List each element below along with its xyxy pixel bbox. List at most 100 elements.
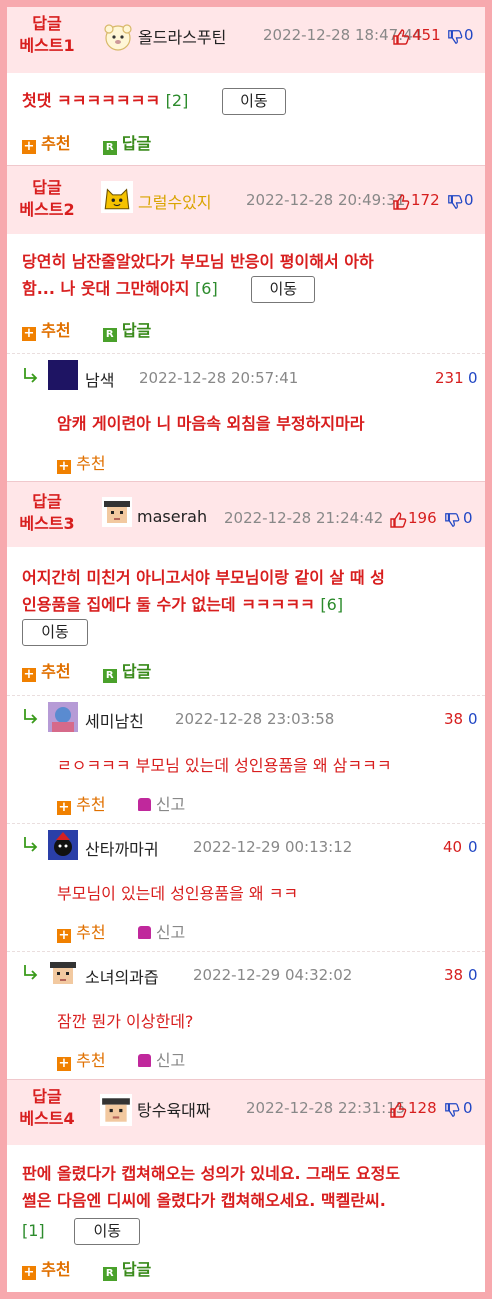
comment-text-line2: 인용품을 집에다 둘 수가 없는데 ㅋㅋㅋㅋㅋ xyxy=(22,595,315,614)
upvote-count: 128 xyxy=(408,1099,437,1117)
downvote-count: 0 xyxy=(463,509,473,527)
recommend-button[interactable]: 추천 xyxy=(41,134,70,153)
best-label: 답글 베스트4 xyxy=(15,1086,79,1130)
reply-icon: R xyxy=(102,1267,117,1281)
nickname[interactable]: maserah xyxy=(137,507,207,526)
upvote-count: 172 xyxy=(411,191,440,209)
nickname[interactable]: 그럴수있지 xyxy=(138,189,212,213)
recommend-icon: + xyxy=(22,326,36,341)
nickname[interactable]: 소녀의과즙 xyxy=(85,964,159,988)
recommend-icon: + xyxy=(57,928,71,943)
thumbs-up-icon[interactable] xyxy=(392,28,410,46)
recommend-button[interactable]: 추천 xyxy=(76,923,105,942)
user-avatar[interactable] xyxy=(48,360,78,390)
recommend-icon: + xyxy=(57,800,71,815)
nickname[interactable]: 탕수육대짜 xyxy=(137,1097,211,1121)
thumbs-down-icon[interactable] xyxy=(444,512,460,528)
move-button[interactable]: 이동 xyxy=(221,88,286,115)
best-label: 답글 베스트3 xyxy=(15,491,79,535)
comment-text-line2: 함... 나 웃대 그만해야지 xyxy=(22,279,190,298)
recommend-button[interactable]: 추천 xyxy=(41,662,70,681)
downvote-count: 0 xyxy=(468,966,478,984)
best-label-line1: 답글 xyxy=(32,492,62,511)
reply-button[interactable]: 답글 xyxy=(122,1260,151,1279)
reply-button[interactable]: 답글 xyxy=(122,321,151,340)
reply-text: 암캐 게이련아 니 마음속 외침을 부정하지마라 xyxy=(57,414,365,433)
reply-actions: + 추천 xyxy=(57,450,106,474)
best-label-line2: 베스트1 xyxy=(19,36,75,55)
reply-icon: R xyxy=(102,328,117,342)
comment-date: 2022-12-28 21:24:42 xyxy=(224,509,384,527)
divider xyxy=(7,951,485,952)
recommend-button[interactable]: 추천 xyxy=(41,321,70,340)
downvote-count: 0 xyxy=(468,710,478,728)
comment-date: 2022-12-28 23:03:58 xyxy=(175,710,335,728)
reply-arrow-icon xyxy=(24,965,38,980)
report-button[interactable]: 신고 xyxy=(156,1051,185,1070)
recommend-icon: + xyxy=(57,459,71,474)
thumbs-down-icon[interactable] xyxy=(447,29,463,45)
recommend-button[interactable]: 추천 xyxy=(76,1051,105,1070)
reply-count: [1] xyxy=(22,1221,45,1240)
nickname[interactable]: 산타까마귀 xyxy=(85,836,159,860)
comment-date: 2022-12-28 20:57:41 xyxy=(139,369,299,387)
user-avatar[interactable] xyxy=(101,181,133,213)
upvote-count: 38 xyxy=(444,966,464,984)
thumbs-down-icon[interactable] xyxy=(447,194,463,210)
reply-button[interactable]: 답글 xyxy=(122,662,151,681)
comment-text: 첫댓 ㅋㅋㅋㅋㅋㅋㅋ xyxy=(22,91,161,110)
recommend-button[interactable]: 추천 xyxy=(76,454,105,473)
upvote-count: 451 xyxy=(412,26,441,44)
reply-count: [6] xyxy=(195,279,218,298)
report-icon xyxy=(137,1054,151,1067)
nickname[interactable]: 올드라스푸틴 xyxy=(138,24,226,48)
divider xyxy=(7,353,485,354)
downvote-count: 0 xyxy=(468,838,478,856)
thumbs-up-icon[interactable] xyxy=(392,193,410,211)
divider xyxy=(7,695,485,696)
thumbs-up-icon[interactable] xyxy=(389,511,407,529)
recommend-icon: + xyxy=(57,1056,71,1071)
reply-button[interactable]: 답글 xyxy=(122,134,151,153)
user-avatar[interactable] xyxy=(48,830,78,860)
report-button[interactable]: 신고 xyxy=(156,795,185,814)
user-avatar[interactable] xyxy=(48,958,78,988)
best-label-line2: 베스트3 xyxy=(19,514,75,533)
downvote-count: 0 xyxy=(463,1099,473,1117)
reply-arrow-icon xyxy=(24,709,38,724)
best-label-line2: 베스트4 xyxy=(19,1109,75,1128)
best-label: 답글 베스트2 xyxy=(15,177,79,221)
user-avatar[interactable] xyxy=(103,22,133,52)
downvote-count: 0 xyxy=(468,369,478,387)
best-label: 답글 베스트1 xyxy=(15,13,79,57)
thumbs-up-icon[interactable] xyxy=(389,1101,407,1119)
upvote-count: 38 xyxy=(444,710,464,728)
comment-date: 2022-12-29 00:13:12 xyxy=(193,838,353,856)
reply-icon: R xyxy=(102,669,117,683)
user-avatar[interactable] xyxy=(100,1094,132,1126)
move-button[interactable]: 이동 xyxy=(22,619,88,646)
comment-date: 2022-12-28 22:31:15 xyxy=(246,1099,406,1117)
user-avatar[interactable] xyxy=(48,702,78,732)
comment-text-line1: 판에 올렸다가 캡쳐해오는 성의가 있네요. 그래도 요정도 xyxy=(22,1164,401,1183)
comment-date: 2022-12-28 20:49:31 xyxy=(246,191,406,209)
user-avatar[interactable] xyxy=(102,497,132,527)
downvote-count: 0 xyxy=(464,26,474,44)
thumbs-down-icon[interactable] xyxy=(444,1102,460,1118)
recommend-button[interactable]: 추천 xyxy=(76,795,105,814)
best-label-line1: 답글 xyxy=(32,178,62,197)
comment-body: 첫댓 ㅋㅋㅋㅋㅋㅋㅋ [2] 이동 xyxy=(22,87,286,115)
nickname[interactable]: 남색 xyxy=(85,367,114,391)
comment-actions: + 추천 R 답글 xyxy=(22,658,151,683)
reply-actions: + 추천 신고 xyxy=(57,919,185,943)
report-icon xyxy=(137,798,151,811)
move-button[interactable]: 이동 xyxy=(74,1218,141,1245)
reply-text: 부모님이 있는데 성인용품을 왜 ㅋㅋ xyxy=(57,884,299,903)
reply-icon: R xyxy=(102,141,117,155)
nickname[interactable]: 세미남친 xyxy=(85,708,144,732)
reply-text: ㄹㅇㅋㅋㅋ 부모님 있는데 성인용품을 왜 삼ㅋㅋㅋ xyxy=(57,756,392,775)
recommend-button[interactable]: 추천 xyxy=(41,1260,70,1279)
move-button[interactable]: 이동 xyxy=(251,276,316,303)
upvote-count: 40 xyxy=(443,838,463,856)
report-button[interactable]: 신고 xyxy=(156,923,185,942)
